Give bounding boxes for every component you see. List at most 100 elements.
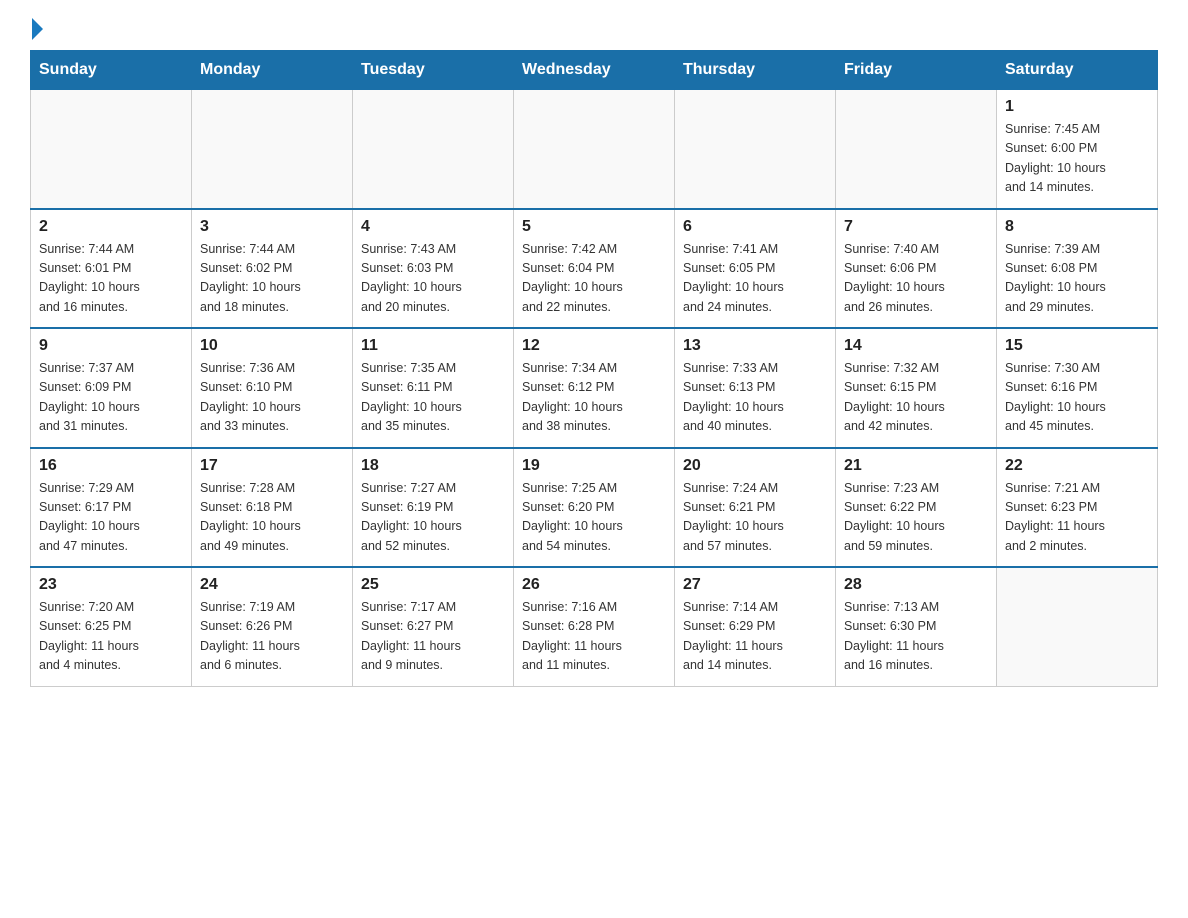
calendar-day-cell <box>675 90 836 209</box>
calendar-day-cell: 14 Sunrise: 7:32 AMSunset: 6:15 PMDayligh… <box>836 328 997 448</box>
day-number: 26 <box>522 576 666 594</box>
day-number: 13 <box>683 337 827 355</box>
calendar-day-cell: 21 Sunrise: 7:23 AMSunset: 6:22 PMDayligh… <box>836 448 997 568</box>
day-info: Sunrise: 7:30 AMSunset: 6:16 PMDaylight:… <box>1005 359 1149 437</box>
calendar-day-cell: 15 Sunrise: 7:30 AMSunset: 6:16 PMDayligh… <box>997 328 1158 448</box>
day-info: Sunrise: 7:29 AMSunset: 6:17 PMDaylight:… <box>39 479 183 557</box>
day-info: Sunrise: 7:23 AMSunset: 6:22 PMDaylight:… <box>844 479 988 557</box>
logo-arrow-icon <box>32 18 43 40</box>
day-info: Sunrise: 7:43 AMSunset: 6:03 PMDaylight:… <box>361 240 505 318</box>
day-info: Sunrise: 7:13 AMSunset: 6:30 PMDaylight:… <box>844 598 988 676</box>
calendar-day-cell: 17 Sunrise: 7:28 AMSunset: 6:18 PMDayligh… <box>192 448 353 568</box>
day-number: 17 <box>200 457 344 475</box>
day-number: 20 <box>683 457 827 475</box>
calendar-day-cell: 22Sunrise: 7:21 AMSunset: 6:23 PMDayligh… <box>997 448 1158 568</box>
column-header-friday: Friday <box>836 51 997 90</box>
day-number: 5 <box>522 218 666 236</box>
day-info: Sunrise: 7:45 AMSunset: 6:00 PMDaylight:… <box>1005 120 1149 198</box>
day-info: Sunrise: 7:28 AMSunset: 6:18 PMDaylight:… <box>200 479 344 557</box>
calendar-week-row: 1 Sunrise: 7:45 AMSunset: 6:00 PMDaylight… <box>31 90 1158 209</box>
day-info: Sunrise: 7:14 AMSunset: 6:29 PMDaylight:… <box>683 598 827 676</box>
day-info: Sunrise: 7:21 AMSunset: 6:23 PMDaylight:… <box>1005 479 1149 557</box>
calendar-week-row: 9 Sunrise: 7:37 AMSunset: 6:09 PMDaylight… <box>31 328 1158 448</box>
column-header-monday: Monday <box>192 51 353 90</box>
calendar-day-cell: 9 Sunrise: 7:37 AMSunset: 6:09 PMDaylight… <box>31 328 192 448</box>
day-info: Sunrise: 7:24 AMSunset: 6:21 PMDaylight:… <box>683 479 827 557</box>
day-info: Sunrise: 7:33 AMSunset: 6:13 PMDaylight:… <box>683 359 827 437</box>
calendar-day-cell: 13 Sunrise: 7:33 AMSunset: 6:13 PMDayligh… <box>675 328 836 448</box>
column-header-sunday: Sunday <box>31 51 192 90</box>
day-number: 24 <box>200 576 344 594</box>
day-number: 16 <box>39 457 183 475</box>
calendar-week-row: 2Sunrise: 7:44 AMSunset: 6:01 PMDaylight… <box>31 209 1158 329</box>
day-info: Sunrise: 7:27 AMSunset: 6:19 PMDaylight:… <box>361 479 505 557</box>
calendar-day-cell: 8 Sunrise: 7:39 AMSunset: 6:08 PMDaylight… <box>997 209 1158 329</box>
day-number: 15 <box>1005 337 1149 355</box>
calendar-day-cell: 3 Sunrise: 7:44 AMSunset: 6:02 PMDaylight… <box>192 209 353 329</box>
calendar-day-cell: 27Sunrise: 7:14 AMSunset: 6:29 PMDayligh… <box>675 567 836 686</box>
day-info: Sunrise: 7:34 AMSunset: 6:12 PMDaylight:… <box>522 359 666 437</box>
day-number: 14 <box>844 337 988 355</box>
calendar-day-cell <box>31 90 192 209</box>
day-number: 18 <box>361 457 505 475</box>
column-header-saturday: Saturday <box>997 51 1158 90</box>
day-number: 12 <box>522 337 666 355</box>
calendar-day-cell: 7 Sunrise: 7:40 AMSunset: 6:06 PMDaylight… <box>836 209 997 329</box>
day-number: 23 <box>39 576 183 594</box>
page-header <box>30 20 1158 40</box>
calendar-day-cell: 26 Sunrise: 7:16 AMSunset: 6:28 PMDayligh… <box>514 567 675 686</box>
calendar-day-cell: 24 Sunrise: 7:19 AMSunset: 6:26 PMDayligh… <box>192 567 353 686</box>
calendar-day-cell: 19 Sunrise: 7:25 AMSunset: 6:20 PMDayligh… <box>514 448 675 568</box>
calendar-day-cell: 4Sunrise: 7:43 AMSunset: 6:03 PMDaylight… <box>353 209 514 329</box>
column-header-wednesday: Wednesday <box>514 51 675 90</box>
day-info: Sunrise: 7:20 AMSunset: 6:25 PMDaylight:… <box>39 598 183 676</box>
day-number: 11 <box>361 337 505 355</box>
calendar-week-row: 23 Sunrise: 7:20 AMSunset: 6:25 PMDayligh… <box>31 567 1158 686</box>
calendar-day-cell: 10 Sunrise: 7:36 AMSunset: 6:10 PMDayligh… <box>192 328 353 448</box>
day-number: 3 <box>200 218 344 236</box>
day-number: 28 <box>844 576 988 594</box>
day-info: Sunrise: 7:41 AMSunset: 6:05 PMDaylight:… <box>683 240 827 318</box>
calendar-day-cell: 6 Sunrise: 7:41 AMSunset: 6:05 PMDaylight… <box>675 209 836 329</box>
day-info: Sunrise: 7:17 AMSunset: 6:27 PMDaylight:… <box>361 598 505 676</box>
day-info: Sunrise: 7:32 AMSunset: 6:15 PMDaylight:… <box>844 359 988 437</box>
day-number: 1 <box>1005 98 1149 116</box>
calendar-day-cell: 28 Sunrise: 7:13 AMSunset: 6:30 PMDayligh… <box>836 567 997 686</box>
column-header-thursday: Thursday <box>675 51 836 90</box>
day-info: Sunrise: 7:25 AMSunset: 6:20 PMDaylight:… <box>522 479 666 557</box>
calendar-day-cell: 20 Sunrise: 7:24 AMSunset: 6:21 PMDayligh… <box>675 448 836 568</box>
calendar-day-cell: 25 Sunrise: 7:17 AMSunset: 6:27 PMDayligh… <box>353 567 514 686</box>
calendar-day-cell <box>836 90 997 209</box>
calendar-week-row: 16 Sunrise: 7:29 AMSunset: 6:17 PMDayligh… <box>31 448 1158 568</box>
day-info: Sunrise: 7:42 AMSunset: 6:04 PMDaylight:… <box>522 240 666 318</box>
day-info: Sunrise: 7:19 AMSunset: 6:26 PMDaylight:… <box>200 598 344 676</box>
calendar-day-cell <box>514 90 675 209</box>
day-number: 2 <box>39 218 183 236</box>
day-info: Sunrise: 7:39 AMSunset: 6:08 PMDaylight:… <box>1005 240 1149 318</box>
day-number: 6 <box>683 218 827 236</box>
day-info: Sunrise: 7:40 AMSunset: 6:06 PMDaylight:… <box>844 240 988 318</box>
logo <box>30 20 43 40</box>
calendar-day-cell <box>353 90 514 209</box>
calendar-day-cell: 1 Sunrise: 7:45 AMSunset: 6:00 PMDaylight… <box>997 90 1158 209</box>
calendar-day-cell: 5 Sunrise: 7:42 AMSunset: 6:04 PMDaylight… <box>514 209 675 329</box>
day-number: 19 <box>522 457 666 475</box>
calendar-day-cell <box>192 90 353 209</box>
calendar-day-cell: 16 Sunrise: 7:29 AMSunset: 6:17 PMDayligh… <box>31 448 192 568</box>
day-info: Sunrise: 7:44 AMSunset: 6:02 PMDaylight:… <box>200 240 344 318</box>
calendar-day-cell: 2Sunrise: 7:44 AMSunset: 6:01 PMDaylight… <box>31 209 192 329</box>
day-number: 25 <box>361 576 505 594</box>
day-number: 21 <box>844 457 988 475</box>
day-number: 7 <box>844 218 988 236</box>
day-info: Sunrise: 7:37 AMSunset: 6:09 PMDaylight:… <box>39 359 183 437</box>
day-info: Sunrise: 7:16 AMSunset: 6:28 PMDaylight:… <box>522 598 666 676</box>
day-info: Sunrise: 7:36 AMSunset: 6:10 PMDaylight:… <box>200 359 344 437</box>
column-header-tuesday: Tuesday <box>353 51 514 90</box>
calendar-header-row: SundayMondayTuesdayWednesdayThursdayFrid… <box>31 51 1158 90</box>
day-number: 10 <box>200 337 344 355</box>
calendar-day-cell: 11Sunrise: 7:35 AMSunset: 6:11 PMDayligh… <box>353 328 514 448</box>
day-number: 9 <box>39 337 183 355</box>
day-number: 8 <box>1005 218 1149 236</box>
calendar-day-cell: 23 Sunrise: 7:20 AMSunset: 6:25 PMDayligh… <box>31 567 192 686</box>
calendar-day-cell: 12 Sunrise: 7:34 AMSunset: 6:12 PMDayligh… <box>514 328 675 448</box>
